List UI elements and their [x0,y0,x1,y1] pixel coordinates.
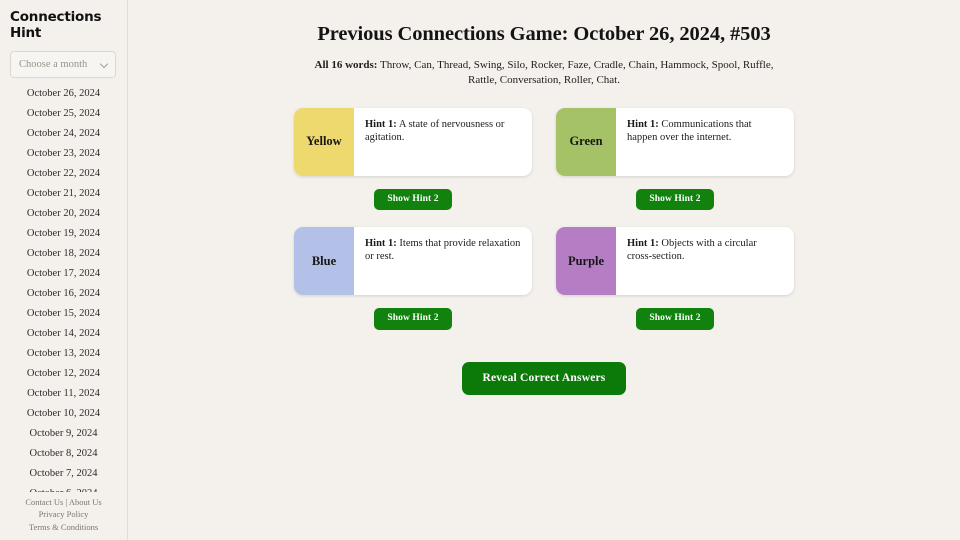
hint-label: Hint 1: [365,118,397,130]
reveal-answers-container: Reveal Correct Answers [158,361,930,396]
date-list-item[interactable]: October 19, 2024 [0,224,127,244]
hint-label: Hint 1: [627,238,659,250]
show-hint-2-button[interactable]: Show Hint 2 [374,188,452,211]
hint-card-grid: Yellow Hint 1: A state of nervousness or … [158,107,930,330]
month-select-dropdown[interactable]: Choose a month [10,51,116,79]
privacy-policy-link[interactable]: Privacy Policy [39,509,89,519]
group-color-swatch: Yellow [294,107,354,176]
date-list-item[interactable]: October 17, 2024 [0,264,127,284]
app-root: Connections Hint Choose a month October … [0,0,960,540]
date-list-item[interactable]: October 9, 2024 [0,424,127,444]
date-list-item[interactable]: October 14, 2024 [0,324,127,344]
date-list-item[interactable]: October 16, 2024 [0,284,127,304]
date-list-item[interactable]: October 24, 2024 [0,124,127,144]
hint-card: Yellow Hint 1: A state of nervousness or … [294,107,532,176]
hint-label: Hint 1: [627,118,659,130]
date-list-item[interactable]: October 25, 2024 [0,104,127,124]
date-list-item[interactable]: October 11, 2024 [0,384,127,404]
hint-text-container: Hint 1: Objects with a circular cross-se… [616,227,794,295]
hint-text-container: Hint 1: Communications that happen over … [616,108,794,176]
date-list-item[interactable]: October 20, 2024 [0,204,127,224]
sidebar-footer: Contact Us | About Us Privacy Policy Ter… [0,492,127,540]
site-title: Connections Hint [10,9,102,42]
date-list-item[interactable]: October 12, 2024 [0,364,127,384]
hint-card: Green Hint 1: Communications that happen … [556,107,794,176]
date-list: October 26, 2024 October 25, 2024 October … [0,84,127,491]
page-title: Previous Connections Game: October 26, 2… [317,23,771,45]
date-list-item[interactable]: October 22, 2024 [0,164,127,184]
show-hint-2-button[interactable]: Show Hint 2 [636,188,714,211]
month-select-value: Choose a month [19,59,88,71]
terms-conditions-link[interactable]: Terms & Conditions [29,522,98,532]
sidebar: Connections Hint Choose a month October … [0,0,128,540]
group-color-swatch: Blue [294,227,354,296]
hint-card-cell: Purple Hint 1: Objects with a circular cr… [556,227,794,330]
hint-text-container: Hint 1: A state of nervousness or agitat… [354,108,532,176]
hint-card-cell: Blue Hint 1: Items that provide relaxatio… [294,227,532,330]
all-words-line: All 16 words: Throw, Can, Thread, Swing,… [301,58,787,88]
group-color-swatch: Green [556,107,616,176]
hint-label: Hint 1: [365,238,397,250]
hint-card: Purple Hint 1: Objects with a circular cr… [556,227,794,296]
date-list-item[interactable]: October 10, 2024 [0,404,127,424]
date-list-item[interactable]: October 8, 2024 [0,444,127,464]
footer-line-terms: Terms & Conditions [0,521,127,534]
hint-text-container: Hint 1: Items that provide relaxation or… [354,227,532,295]
show-hint-2-button[interactable]: Show Hint 2 [636,308,714,330]
date-list-item[interactable]: October 23, 2024 [0,144,127,164]
date-list-item[interactable]: October 6, 2024 [0,484,127,491]
date-list-item[interactable]: October 18, 2024 [0,244,127,264]
hint-card-cell: Green Hint 1: Communications that happen … [556,107,794,228]
chevron-down-icon [101,61,108,68]
show-hint-2-button[interactable]: Show Hint 2 [374,308,452,330]
all-words-label: All 16 words: [314,58,378,71]
hint-card: Blue Hint 1: Items that provide relaxatio… [294,227,532,296]
hint-card-cell: Yellow Hint 1: A state of nervousness or … [294,107,532,228]
main-content: Previous Connections Game: October 26, 2… [128,0,960,540]
contact-us-link[interactable]: Contact Us [25,497,63,507]
date-list-item[interactable]: October 15, 2024 [0,304,127,324]
all-words-text: Throw, Can, Thread, Swing, Silo, Rocker,… [377,58,774,86]
about-us-link[interactable]: About Us [69,497,102,507]
footer-line-contact: Contact Us | About Us [0,496,127,509]
date-list-item[interactable]: October 7, 2024 [0,464,127,484]
footer-line-privacy: Privacy Policy [0,508,127,521]
month-select-container: Choose a month [0,41,127,79]
date-list-item[interactable]: October 21, 2024 [0,184,127,204]
group-color-swatch: Purple [556,227,616,296]
date-list-item[interactable]: October 13, 2024 [0,344,127,364]
date-list-item[interactable]: October 26, 2024 [0,84,127,104]
reveal-correct-answers-button[interactable]: Reveal Correct Answers [461,361,627,396]
